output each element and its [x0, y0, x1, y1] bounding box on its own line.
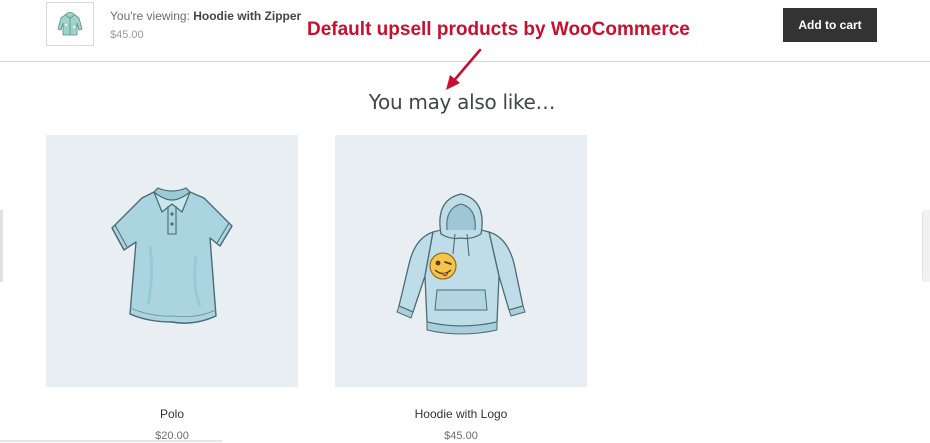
carousel-next-handle[interactable]	[922, 210, 930, 282]
viewing-label: You're viewing: Hoodie with Zipper	[110, 8, 301, 24]
annotation-label: Default upsell products by WooCommerce	[307, 19, 690, 40]
product-title[interactable]: Polo	[46, 406, 298, 422]
viewing-product-name: Hoodie with Zipper	[193, 9, 302, 23]
product-image[interactable]	[46, 135, 298, 387]
product-title[interactable]: Hoodie with Logo	[335, 406, 587, 422]
add-to-cart-button[interactable]: Add to cart	[783, 8, 877, 42]
divider	[0, 440, 222, 442]
product-page: You're viewing: Hoodie with Zipper $45.0…	[0, 0, 930, 443]
hoodie-logo-image	[396, 193, 526, 335]
product-price: $45.00	[444, 430, 478, 442]
sticky-product-price: $45.00	[110, 29, 144, 41]
viewing-prefix: You're viewing:	[110, 9, 194, 23]
hoodie-zipper-thumbnail-icon	[57, 12, 83, 36]
sticky-product-thumbnail[interactable]	[46, 2, 94, 46]
upsells-section-title: You may also like…	[368, 90, 556, 114]
sticky-product-info: You're viewing: Hoodie with Zipper $45.0…	[110, 8, 301, 42]
product-card[interactable]: Polo $20.00	[46, 135, 298, 443]
product-image[interactable]	[335, 135, 587, 387]
annotation-arrow-icon	[446, 48, 482, 90]
carousel-prev-handle[interactable]	[0, 210, 3, 282]
product-card[interactable]: Hoodie with Logo $45.00	[335, 135, 587, 443]
polo-shirt-image	[111, 187, 233, 324]
